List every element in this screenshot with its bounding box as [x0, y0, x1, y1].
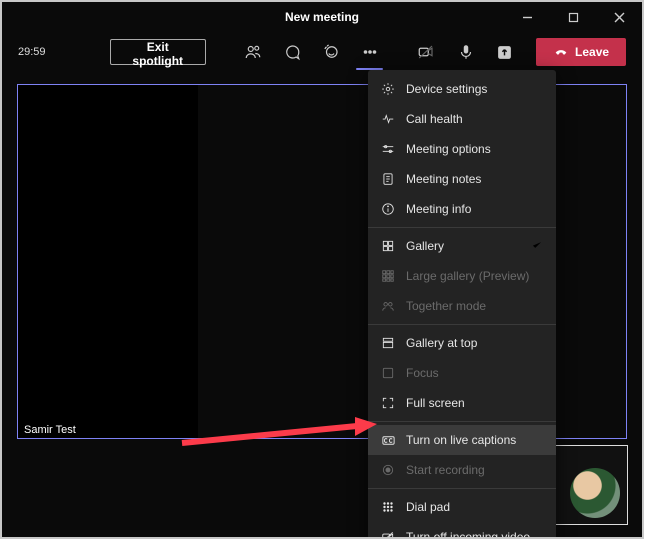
info-icon: [380, 201, 396, 217]
menu-gallery[interactable]: Gallery: [368, 231, 556, 261]
fullscreen-icon: [380, 395, 396, 411]
people-icon: [380, 298, 396, 314]
presenter-name: Samir Test: [18, 422, 82, 438]
menu-live-captions[interactable]: Turn on live captions: [368, 425, 556, 455]
video-off-icon: [380, 529, 396, 539]
meeting-toolbar: 29:59 Exit spotlight Leave: [2, 32, 642, 72]
menu-focus: Focus: [368, 358, 556, 388]
checkmark-icon: [530, 238, 544, 255]
gear-icon: [380, 81, 396, 97]
menu-full-screen[interactable]: Full screen: [368, 388, 556, 418]
menu-meeting-options[interactable]: Meeting options: [368, 134, 556, 164]
title-bar: New meeting: [2, 2, 642, 32]
leave-label: Leave: [575, 45, 609, 59]
sliders-icon: [380, 141, 396, 157]
more-actions-menu: Device settings Call health Meeting opti…: [368, 70, 556, 539]
pulse-icon: [380, 111, 396, 127]
meeting-timer: 29:59: [18, 46, 53, 58]
menu-meeting-info[interactable]: Meeting info: [368, 194, 556, 224]
chat-icon[interactable]: [274, 37, 309, 67]
focus-icon: [380, 365, 396, 381]
menu-gallery-at-top[interactable]: Gallery at top: [368, 328, 556, 358]
grid-icon: [380, 238, 396, 254]
large-grid-icon: [380, 268, 396, 284]
avatar: [570, 468, 620, 518]
window-title: New meeting: [2, 10, 642, 24]
mic-icon[interactable]: [448, 37, 483, 67]
menu-call-health[interactable]: Call health: [368, 104, 556, 134]
menu-meeting-notes[interactable]: Meeting notes: [368, 164, 556, 194]
participants-icon[interactable]: [235, 37, 270, 67]
record-icon: [380, 462, 396, 478]
gallery-top-icon: [380, 335, 396, 351]
menu-start-recording: Start recording: [368, 455, 556, 485]
menu-dial-pad[interactable]: Dial pad: [368, 492, 556, 522]
share-icon[interactable]: [487, 37, 522, 67]
teams-meeting-window: New meeting 29:59 Exit spotlight Leave: [0, 0, 644, 539]
camera-icon[interactable]: [409, 37, 444, 67]
annotation-arrow: [177, 414, 387, 454]
menu-incoming-video[interactable]: Turn off incoming video: [368, 522, 556, 539]
exit-spotlight-button[interactable]: Exit spotlight: [110, 39, 206, 65]
notes-icon: [380, 171, 396, 187]
reactions-icon[interactable]: [313, 37, 348, 67]
more-actions-icon[interactable]: [352, 37, 387, 67]
menu-large-gallery: Large gallery (Preview): [368, 261, 556, 291]
leave-button[interactable]: Leave: [536, 38, 626, 66]
menu-device-settings[interactable]: Device settings: [368, 74, 556, 104]
dialpad-icon: [380, 499, 396, 515]
menu-together-mode: Together mode: [368, 291, 556, 321]
